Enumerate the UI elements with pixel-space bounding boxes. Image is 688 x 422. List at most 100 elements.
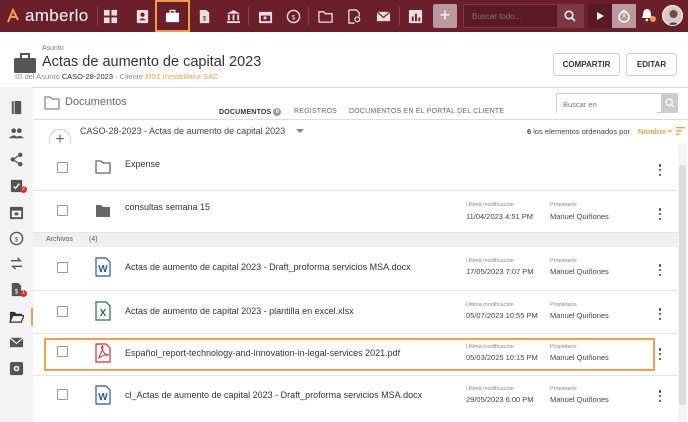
reports-icon[interactable] xyxy=(404,5,426,27)
case-title: Actas de aumento de capital 2023 xyxy=(42,54,262,70)
folder-icon xyxy=(44,96,60,110)
contacts-icon[interactable] xyxy=(131,5,153,27)
svg-text:$: $ xyxy=(15,288,19,295)
billing-icon[interactable]: $ xyxy=(193,5,215,27)
money-clock-icon[interactable]: $ xyxy=(9,231,24,246)
client-link[interactable]: MS1 Inmobiliaria SAC xyxy=(145,72,218,81)
briefcase-icon xyxy=(14,53,36,73)
svg-text:W: W xyxy=(98,392,108,403)
user-avatar[interactable] xyxy=(662,5,683,26)
stopwatch-button[interactable] xyxy=(612,4,636,28)
owner-label: Propietario xyxy=(550,386,577,392)
tab-records[interactable]: REGISTROS xyxy=(294,108,337,115)
dashboard-icon[interactable] xyxy=(99,5,121,27)
row-menu-button[interactable] xyxy=(658,348,662,360)
documents-search-button[interactable] xyxy=(662,93,678,113)
documents-search xyxy=(556,93,662,114)
case-id: CASO-28-2023 xyxy=(61,72,113,81)
folder-icon xyxy=(96,205,110,217)
documents-search-input[interactable] xyxy=(557,95,657,114)
search-icon xyxy=(665,98,675,108)
mail-icon[interactable] xyxy=(372,5,394,27)
row-checkbox[interactable] xyxy=(57,389,68,400)
row-checkbox[interactable] xyxy=(57,306,68,317)
stopwatch-icon xyxy=(618,10,630,23)
modified-label: Última modificación xyxy=(466,258,514,264)
case-id-label: ID del Asunto xyxy=(15,72,60,81)
invoice-badge: 1 xyxy=(20,290,27,297)
case-meta: ID del Asunto CASO-28-2023 · Cliente MS1… xyxy=(15,72,219,81)
play-icon xyxy=(597,12,604,20)
list-item[interactable]: consultas semana 15 Última modificación … xyxy=(33,191,678,233)
calendar-icon[interactable] xyxy=(254,5,276,27)
case-label: Asunto xyxy=(42,45,64,52)
tab-documents[interactable]: DOCUMENTOS 0 xyxy=(219,108,282,116)
row-name[interactable]: Actas de aumento de capital 2023 - Draft… xyxy=(125,262,411,272)
excel-file-icon: X xyxy=(95,301,111,321)
row-menu-button[interactable] xyxy=(658,390,662,402)
list-item[interactable]: X Actas de aumento de capital 2023 - pla… xyxy=(33,291,678,334)
play-timer-button[interactable] xyxy=(588,4,612,28)
modified-label: Última modificación xyxy=(466,386,514,392)
row-name[interactable]: Actas de aumento de capital 2023 - plant… xyxy=(125,306,354,316)
row-menu-button[interactable] xyxy=(658,264,662,276)
row-menu-button[interactable] xyxy=(658,308,662,320)
settings-icon[interactable] xyxy=(9,361,24,376)
global-search-button[interactable] xyxy=(557,5,583,27)
modified-label: Última modificación xyxy=(466,202,514,208)
scrollbar-thumb[interactable] xyxy=(679,165,686,405)
row-checkbox[interactable] xyxy=(57,205,68,216)
client-label: Cliente xyxy=(119,72,144,81)
svg-text:W: W xyxy=(98,264,108,275)
row-checkbox[interactable] xyxy=(57,162,68,173)
section-count: (4) xyxy=(89,236,98,243)
row-menu-button[interactable] xyxy=(658,164,662,176)
files-section-header: Archivos (4) xyxy=(33,233,678,247)
modified-date: 17/05/2023 7:07 PM xyxy=(466,267,534,276)
svg-text:$: $ xyxy=(202,15,206,22)
share-icon[interactable] xyxy=(9,152,24,167)
word-file-icon: W xyxy=(95,257,111,277)
owner-name: Manuel Quiñones xyxy=(550,212,609,221)
people-icon[interactable] xyxy=(9,126,24,141)
folder-breadcrumb[interactable]: CASO-28-2023 - Actas de aumento de capit… xyxy=(80,126,285,136)
bank-icon[interactable] xyxy=(222,5,244,27)
row-name[interactable]: Expense xyxy=(125,159,160,169)
tab-client-portal[interactable]: DOCUMENTOS EN EL PORTAL DEL CLIENTE xyxy=(349,108,504,115)
breadcrumb-caret-icon[interactable] xyxy=(296,129,304,133)
briefcase-icon[interactable] xyxy=(161,5,183,27)
calendar-icon[interactable] xyxy=(9,205,24,220)
history-icon[interactable]: $ xyxy=(282,5,304,27)
sort-caret-icon[interactable] xyxy=(668,130,672,133)
row-name[interactable]: consultas semana 15 xyxy=(125,202,210,212)
folder-icon[interactable] xyxy=(314,5,336,27)
row-menu-button[interactable] xyxy=(658,208,662,220)
amberlo-logo-icon xyxy=(7,8,19,23)
list-item[interactable]: W Actas de aumento de capital 2023 - Dra… xyxy=(33,247,678,291)
sort-order-icon[interactable] xyxy=(676,127,685,135)
document-search-icon[interactable] xyxy=(343,5,365,27)
svg-text:$: $ xyxy=(15,236,19,243)
folder-open-icon[interactable] xyxy=(9,309,25,324)
transfer-icon[interactable] xyxy=(9,256,24,271)
owner-label: Propietario xyxy=(550,258,577,264)
list-item[interactable]: Expense xyxy=(33,143,678,191)
row-checkbox[interactable] xyxy=(57,262,68,273)
items-count: 6 xyxy=(527,127,532,136)
mail-icon[interactable] xyxy=(9,335,24,350)
global-search-input[interactable] xyxy=(464,5,549,27)
quick-add-button[interactable]: + xyxy=(433,4,457,28)
list-item[interactable]: W cl_Actas de aumento de capital 2023 - … xyxy=(33,376,678,422)
topbar-divider xyxy=(308,7,309,25)
owner-name: Manuel Quiñones xyxy=(550,267,609,276)
amberlo-logo[interactable]: amberlo xyxy=(6,6,89,26)
book-icon[interactable] xyxy=(9,100,24,115)
sort-by-dropdown[interactable]: Nombre xyxy=(638,127,666,136)
owner-name: Manuel Quiñones xyxy=(550,395,609,404)
edit-button[interactable]: EDITAR xyxy=(626,53,677,76)
tabs-divider xyxy=(33,119,688,120)
owner-label: Propietario xyxy=(550,302,577,308)
share-button[interactable]: COMPARTIR xyxy=(553,53,620,76)
tab-documents-label: DOCUMENTOS xyxy=(219,108,272,116)
row-name[interactable]: cl_Actas de aumento de capital 2023 - Dr… xyxy=(125,390,422,400)
